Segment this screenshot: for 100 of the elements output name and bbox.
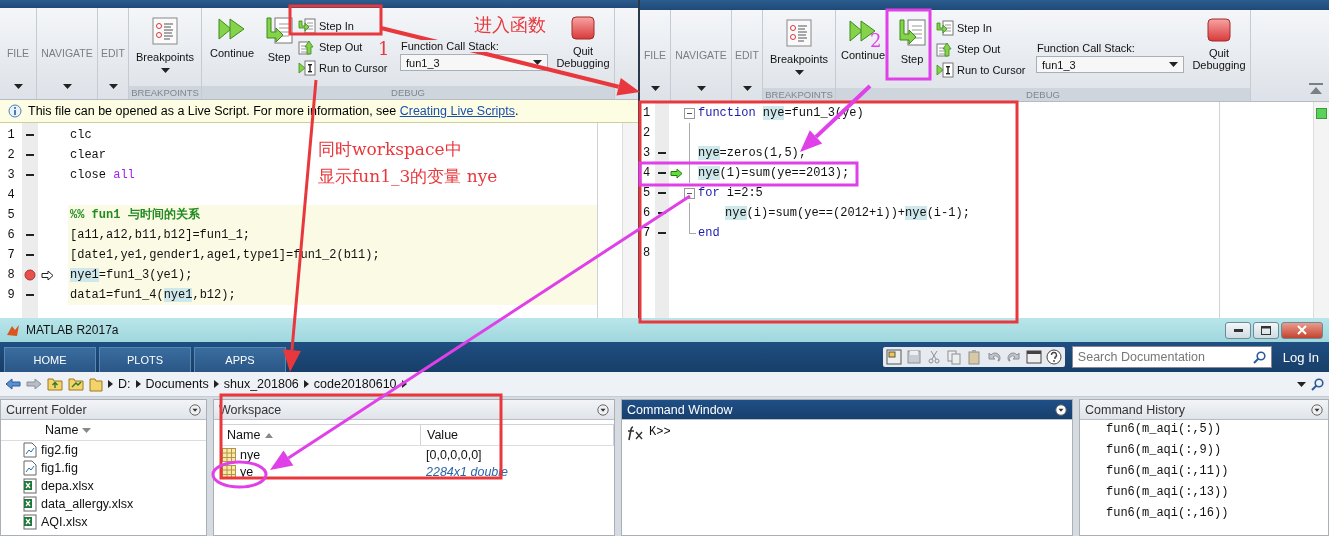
- code-line: nye1=fun1_3(ye1);: [70, 267, 193, 284]
- path-segment[interactable]: D:: [118, 377, 131, 391]
- step-out-button[interactable]: Step Out: [934, 40, 1003, 58]
- annotation-note: 2: [870, 30, 882, 51]
- line-number: 4: [6, 188, 16, 202]
- folder-icon: [89, 376, 103, 392]
- tab[interactable]: HOME: [4, 347, 96, 372]
- group-label: DEBUG: [202, 86, 614, 99]
- search-field[interactable]: Search Documentation: [1071, 346, 1272, 368]
- history-entry[interactable]: fun6(m_aqi(:,13)): [1106, 485, 1229, 499]
- code-line: clc: [70, 127, 92, 144]
- menu-button[interactable]: FILE: [0, 8, 36, 99]
- collapse-icon[interactable]: [1309, 83, 1323, 95]
- path-segment[interactable]: shux_201806: [223, 377, 299, 391]
- browse-folder-icon[interactable]: [68, 377, 84, 391]
- step-button[interactable]: Step: [890, 10, 934, 88]
- step-button[interactable]: Step: [262, 8, 296, 86]
- path-separator-icon: [303, 380, 309, 388]
- layout-icon[interactable]: [885, 349, 902, 365]
- quit-debugging-button[interactable]: Quit Debugging: [552, 8, 614, 86]
- column-header[interactable]: Name: [221, 425, 421, 445]
- tab[interactable]: PLOTS: [99, 347, 191, 372]
- run-to-cursor-icon: [298, 60, 316, 76]
- history-entry[interactable]: fun6(m_aqi(:,11)): [1106, 464, 1229, 478]
- stop-icon: [1207, 18, 1231, 42]
- function-browser-icon[interactable]: [626, 425, 644, 441]
- annotation-note: 进入函数: [474, 14, 546, 36]
- step-in-button[interactable]: Step In: [296, 17, 356, 35]
- history-entry[interactable]: fun6(m_aqi(:,9)): [1106, 443, 1222, 457]
- panel-menu-icon[interactable]: [189, 403, 201, 416]
- annotation-note: 同时workspace中: [318, 139, 462, 160]
- run-to-cursor-button[interactable]: Run to Cursor: [934, 61, 1028, 79]
- history-entry[interactable]: fun6(m_aqi(:,16)): [1106, 506, 1229, 520]
- caret-icon: [13, 84, 23, 89]
- breakpoints-button[interactable]: Breakpoints: [763, 10, 835, 88]
- call-stack-dropdown[interactable]: fun1_3: [1036, 56, 1184, 73]
- folder-up-icon[interactable]: [47, 377, 63, 391]
- step-out-button[interactable]: Step Out: [296, 38, 365, 56]
- caret-icon: [1297, 381, 1306, 387]
- continue-button[interactable]: Continue: [202, 8, 262, 86]
- step-icon: [897, 18, 927, 48]
- info-icon: [8, 104, 22, 118]
- menu-button[interactable]: FILE: [640, 10, 670, 101]
- path-separator-icon: [401, 380, 407, 388]
- breakpoint-icon[interactable]: [24, 269, 36, 281]
- undo-icon[interactable]: [985, 349, 1002, 365]
- file-name[interactable]: depa.xlsx: [41, 479, 94, 493]
- file-name[interactable]: fig1.fig: [41, 461, 78, 475]
- file-name[interactable]: fig2.fig: [41, 443, 78, 457]
- close-icon: [1297, 325, 1307, 335]
- clipboard-icon[interactable]: [965, 349, 982, 365]
- file-name[interactable]: data_allergy.xlsx: [41, 497, 134, 511]
- caret-icon: [62, 84, 72, 89]
- column-header[interactable]: Name: [45, 423, 79, 437]
- back-icon[interactable]: [5, 378, 21, 390]
- line-number: 1: [642, 106, 652, 120]
- group-label: BREAKPOINTS: [129, 86, 201, 99]
- file-name[interactable]: AQI.xlsx: [41, 515, 88, 529]
- close-button[interactable]: [1281, 321, 1323, 339]
- column-header[interactable]: Value: [421, 425, 459, 445]
- step-in-icon: [298, 18, 316, 34]
- path-separator-icon: [135, 380, 141, 388]
- code-line: clear: [70, 147, 106, 164]
- path-segment[interactable]: code20180610: [313, 377, 397, 391]
- run-to-cursor-button[interactable]: Run to Cursor: [296, 59, 390, 77]
- step-icon: [264, 16, 294, 46]
- path-separator-icon: [213, 380, 219, 388]
- minimize-button[interactable]: [1225, 321, 1251, 339]
- window-icon[interactable]: [1025, 349, 1042, 365]
- step-in-button[interactable]: Step In: [934, 19, 994, 37]
- caret-icon: [82, 427, 92, 433]
- table-cell[interactable]: nye: [240, 447, 261, 462]
- path-segment[interactable]: Documents: [145, 377, 209, 391]
- history-entry[interactable]: fun6(m_aqi(:,5)): [1106, 422, 1222, 436]
- quit-debugging-button[interactable]: Quit Debugging: [1188, 10, 1250, 88]
- menu-button[interactable]: EDIT: [98, 8, 128, 99]
- tab[interactable]: APPS: [194, 347, 286, 372]
- panel-menu-icon[interactable]: [597, 403, 609, 416]
- breakpoints-button[interactable]: Breakpoints: [129, 8, 201, 86]
- panel-menu-icon[interactable]: [1055, 403, 1067, 416]
- login-link[interactable]: Log In: [1274, 349, 1325, 365]
- line-number: 5: [6, 208, 16, 222]
- line-number: 8: [642, 246, 652, 260]
- caret-icon: [533, 60, 542, 65]
- maximize-button[interactable]: [1253, 321, 1279, 339]
- group-label: DEBUG: [836, 88, 1250, 101]
- menu-button[interactable]: NAVIGATE: [671, 10, 731, 101]
- line-number: 8: [6, 268, 16, 282]
- fold-toggle-icon[interactable]: [684, 107, 695, 119]
- panel-title: Current Folder: [6, 402, 87, 417]
- run-to-cursor-icon: [936, 62, 954, 78]
- code-line: nye(i)=sum(ye==(2012+i))+nye(i-1);: [725, 205, 970, 222]
- app-logo-icon: [6, 323, 20, 337]
- fold-toggle-icon[interactable]: [684, 187, 695, 199]
- help-icon[interactable]: [1045, 349, 1062, 365]
- search-icon[interactable]: [1311, 377, 1324, 391]
- command-prompt[interactable]: K>>: [649, 425, 671, 439]
- panel-menu-icon[interactable]: [1311, 403, 1323, 416]
- menu-button[interactable]: EDIT: [732, 10, 762, 101]
- menu-button[interactable]: NAVIGATE: [37, 8, 97, 99]
